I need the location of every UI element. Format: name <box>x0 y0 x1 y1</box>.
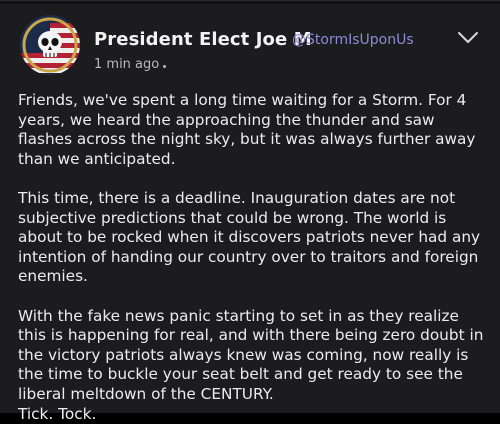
chevron-down-icon <box>456 29 480 47</box>
top-divider <box>0 1 500 4</box>
visibility-dot-icon <box>163 65 166 68</box>
author-name[interactable]: President Elect Joe M <box>94 29 312 50</box>
author-handle[interactable]: @StormIsUponUs <box>292 32 414 48</box>
post-timestamp[interactable]: 1 min ago <box>94 57 159 72</box>
avatar[interactable] <box>20 15 80 75</box>
post-paragraph: With the fake news panic starting to set… <box>18 307 488 405</box>
post-paragraph: This time, there is a deadline. Inaugura… <box>18 189 488 287</box>
skull-flag-avatar-icon <box>20 15 80 75</box>
post-card: President Elect Joe M @StormIsUponUs 1 m… <box>0 0 500 413</box>
post-menu-button[interactable] <box>456 29 480 47</box>
post-paragraph: Friends, we've spent a long time waiting… <box>18 91 488 169</box>
post-closing-line: Tick. Tock. <box>18 405 488 424</box>
post-body: Friends, we've spent a long time waiting… <box>18 91 488 424</box>
